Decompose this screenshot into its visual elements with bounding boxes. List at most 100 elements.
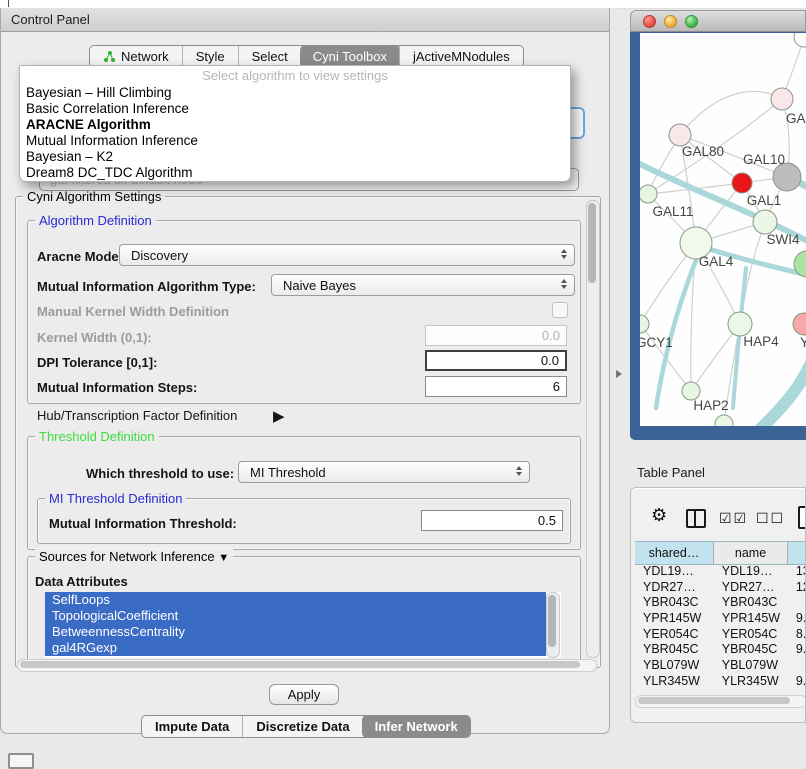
minimize-traffic-light[interactable] [664, 15, 677, 28]
column-header[interactable] [788, 542, 806, 564]
algorithm-option[interactable]: ARACNE Algorithm [20, 117, 570, 133]
tab-style[interactable]: Style [182, 46, 238, 67]
attribute-item[interactable]: gal4RGexp [45, 640, 546, 656]
column-header[interactable]: name [714, 542, 788, 564]
dropdown-placeholder: Select algorithm to view settings [20, 66, 570, 85]
control-panel-titlebar[interactable]: Control Panel [1, 8, 609, 32]
algorithm-option[interactable]: Bayesian – Hill Climbing [20, 85, 570, 101]
table-row[interactable]: YLR345WYLR345W9. [635, 674, 806, 690]
tab-infer-network[interactable]: Infer Network [362, 715, 471, 738]
sources-title-text: Sources for Network Inference [39, 549, 215, 564]
network-edge-highlighted[interactable] [758, 351, 806, 426]
attribute-item[interactable]: TopologicalCoefficient [45, 608, 546, 624]
aracne-mode-combo[interactable]: Discovery [119, 244, 575, 266]
mouse-cursor [616, 370, 622, 378]
table-cell: 9. [788, 642, 806, 658]
table-cell: YDL19… [714, 564, 788, 580]
expand-right-icon[interactable]: ▶ [273, 407, 285, 425]
mi-type-value: Naive Bayes [283, 278, 356, 293]
table-row[interactable]: YIL052CYIL052C9 [635, 690, 806, 693]
table-h-scrollbar-thumb[interactable] [638, 697, 790, 704]
kernel-width-label: Kernel Width (0,1): [37, 330, 152, 345]
document-icon[interactable] [798, 506, 806, 529]
attribute-item[interactable]: SelfLoops [45, 592, 546, 608]
top-edge-tick [8, 0, 9, 7]
network-canvas[interactable]: GALGAL80GAL10GAL11GAL1GAL4SWI4GCY1HAP4YH… [640, 33, 806, 426]
algorithm-option[interactable]: Basic Correlation Inference [20, 101, 570, 117]
table-h-scrollbar[interactable] [635, 695, 806, 708]
dpi-tolerance-field[interactable]: 0.0 [425, 350, 567, 371]
network-icon [103, 50, 116, 63]
which-threshold-combo[interactable]: MI Threshold [238, 461, 530, 483]
mi-threshold-field[interactable]: 0.5 [421, 510, 563, 531]
table-row[interactable]: YPR145WYPR145W9. [635, 611, 806, 627]
node-gal11[interactable] [640, 185, 657, 203]
network-edge[interactable] [680, 135, 742, 183]
attribute-item[interactable]: BetweennessCentrality [45, 624, 546, 640]
tab-label: Discretize Data [256, 719, 349, 734]
tab-impute-data[interactable]: Impute Data [142, 716, 242, 737]
node-partial-bottom[interactable] [715, 415, 733, 426]
node-hap4-label: HAP4 [743, 334, 779, 349]
node-gal1[interactable] [753, 210, 777, 234]
node-hap4[interactable] [728, 312, 752, 336]
node-y-partial[interactable] [793, 313, 806, 335]
hub-definition-label[interactable]: Hub/Transcription Factor Definition [37, 408, 237, 423]
aracne-mode-label: Aracne Mode: [37, 249, 123, 264]
node-gal10[interactable] [773, 163, 801, 191]
tab-discretize-data[interactable]: Discretize Data [242, 716, 362, 737]
algorithm-option[interactable]: Mutual Information Inference [20, 133, 570, 149]
table-row[interactable]: YDL19…YDL19…13 [635, 564, 806, 580]
network-window-titlebar[interactable] [630, 10, 806, 32]
node-gal11-label: GAL11 [652, 204, 693, 219]
table-row[interactable]: YBR045CYBR045C9. [635, 642, 806, 658]
tab-label: jActiveMNodules [413, 49, 510, 64]
tab-jactivemnodules[interactable]: jActiveMNodules [399, 46, 523, 67]
mi-threshold-label: Mutual Information Threshold: [49, 516, 237, 531]
settings-h-scrollbar-thumb[interactable] [20, 661, 580, 668]
manual-kernel-checkbox[interactable] [552, 302, 568, 318]
tab-label: Infer Network [375, 719, 458, 734]
algorithm-option[interactable]: Dream8 DC_TDC Algorithm [20, 165, 570, 181]
node-red[interactable] [732, 173, 752, 193]
split-columns-icon[interactable] [686, 509, 706, 528]
manual-kernel-label: Manual Kernel Width Definition [37, 304, 229, 319]
settings-scrollbar[interactable] [586, 200, 600, 658]
collapse-down-icon[interactable]: ▼ [218, 552, 229, 564]
network-edge[interactable] [680, 91, 782, 135]
tab-label: Impute Data [155, 719, 229, 734]
node-y-partial-label: Y [800, 335, 806, 350]
attribute-list-scrollbar[interactable] [546, 592, 560, 658]
network-graph: GALGAL80GAL10GAL11GAL1GAL4SWI4GCY1HAP4YH… [640, 33, 806, 426]
kernel-width-field[interactable]: 0.0 [425, 325, 567, 346]
table-row[interactable]: YDR27…YDR27…12 [635, 580, 806, 596]
checked-pair-icon[interactable]: ☑☑ [719, 510, 748, 527]
node-partial-top[interactable] [794, 33, 806, 47]
unchecked-pair-icon[interactable]: ☐☐ [756, 510, 785, 527]
table-row[interactable]: YBR043CYBR043C [635, 595, 806, 611]
tab-label: Cyni Toolbox [313, 49, 387, 64]
table-row[interactable]: YER054CYER054C8. [635, 627, 806, 643]
data-attributes-list[interactable]: SelfLoopsTopologicalCoefficientBetweenne… [45, 592, 561, 658]
gear-icon[interactable]: ⚙ [651, 505, 667, 526]
node-gal-partial-label: GAL [786, 111, 806, 126]
node-gal-partial[interactable] [771, 88, 793, 110]
apply-button[interactable]: Apply [269, 684, 339, 705]
table-cell: YIL052C [635, 690, 714, 693]
stepper-icon [561, 249, 567, 259]
tab-select[interactable]: Select [238, 46, 301, 67]
table-row[interactable]: YBL079WYBL079W [635, 658, 806, 674]
node-gal80[interactable] [669, 124, 691, 146]
algorithm-definition-title: Algorithm Definition [35, 213, 156, 228]
zoom-traffic-light[interactable] [685, 15, 698, 28]
close-traffic-light[interactable] [643, 15, 656, 28]
mi-steps-field[interactable]: 6 [425, 376, 567, 397]
settings-h-scrollbar[interactable] [17, 659, 597, 672]
settings-scrollbar-thumb[interactable] [588, 203, 596, 283]
column-header[interactable]: shared… [635, 542, 714, 564]
sources-group-title[interactable]: Sources for Network Inference ▼ [35, 549, 233, 564]
mi-type-combo[interactable]: Naive Bayes [271, 274, 575, 296]
tab-network[interactable]: Network [90, 46, 182, 67]
algorithm-option[interactable]: Bayesian – K2 [20, 149, 570, 165]
node-gcy1[interactable] [640, 315, 649, 333]
